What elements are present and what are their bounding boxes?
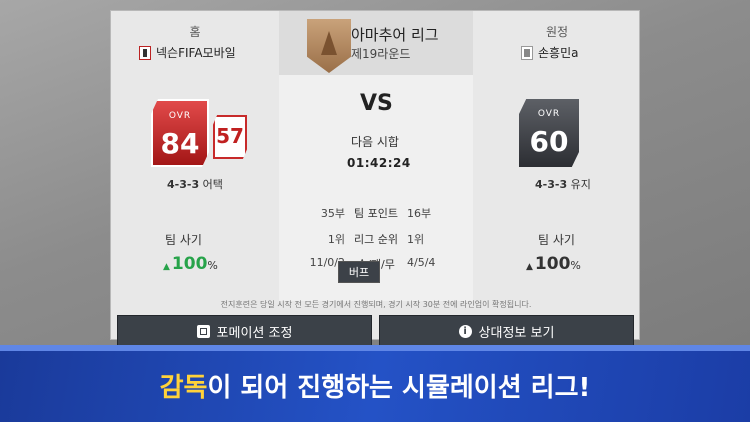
vs-label: VS — [360, 91, 393, 116]
match-panel: 홈 넥슨FIFA모바일 OVR 84 57 4-3-3 어택 팀 사기 ▲ 100… — [110, 10, 640, 347]
home-morale-label: 팀 사기 — [165, 233, 202, 247]
away-morale: ▲ 100% — [526, 254, 581, 274]
home-morale-unit: % — [207, 259, 218, 272]
away-ovr-card: OVR 60 — [519, 99, 579, 167]
next-match-label: 다음 시합 — [351, 135, 399, 149]
away-team-name[interactable]: 손흥민a — [521, 44, 578, 61]
home-ovr-value: 84 — [160, 127, 200, 160]
away-stat-value: 1위 — [407, 233, 425, 246]
promo-banner: 감독이 되어 진행하는 시뮬레이션 리그! — [0, 345, 750, 422]
lineup-notice: 전지훈련은 당일 시작 전 모든 경기에서 진행되며, 경기 시작 30분 전에… — [220, 300, 532, 309]
home-ovr-label: OVR — [168, 111, 192, 121]
home-ovr-card: OVR 84 — [151, 99, 209, 167]
home-secondary-value: 57 — [216, 124, 244, 148]
home-morale: ▲ 100% — [163, 254, 218, 274]
home-side-label: 홈 — [189, 25, 201, 39]
view-opponent-label: 상대정보 보기 — [478, 325, 555, 341]
home-team-name[interactable]: 넥슨FIFA모바일 — [139, 44, 236, 61]
league-round: 제19라운드 — [351, 47, 411, 61]
home-formation-style: 어택 — [202, 178, 223, 191]
home-formation-num: 4-3-3 — [167, 178, 200, 191]
away-morale-value: 100 — [534, 254, 571, 274]
away-stat-value: 16부 — [407, 207, 432, 220]
next-match-timer: 01:42:24 — [347, 156, 411, 170]
stat-label: 리그 순위 — [354, 233, 398, 246]
info-icon: i — [458, 324, 472, 338]
morale-up-icon: ▲ — [163, 262, 170, 272]
formation-adjust-button[interactable]: 포메이션 조정 — [117, 315, 372, 347]
banner-stripe — [0, 345, 750, 351]
formation-icon — [196, 324, 210, 338]
away-formation: 4-3-3 유지 — [535, 176, 591, 192]
banner-rest: 이 되어 진행하는 시뮬레이션 리그! — [207, 373, 591, 403]
home-morale-value: 100 — [171, 254, 208, 274]
formation-adjust-label: 포메이션 조정 — [216, 325, 293, 341]
away-ovr-value: 60 — [529, 125, 569, 158]
banner-text: 감독이 되어 진행하는 시뮬레이션 리그! — [0, 367, 750, 404]
buff-button[interactable]: 버프 — [338, 261, 380, 283]
away-stat-value: 4/5/4 — [407, 256, 436, 269]
away-ovr-label: OVR — [537, 109, 561, 119]
stat-label: 팀 포인트 — [354, 207, 398, 220]
league-title: 아마추어 리그 — [351, 26, 439, 44]
away-morale-unit: % — [570, 259, 581, 272]
away-team-name-text: 손흥민a — [538, 46, 579, 60]
home-formation: 4-3-3 어택 — [167, 176, 223, 192]
home-secondary-card: 57 — [213, 115, 247, 159]
home-team-name-text: 넥슨FIFA모바일 — [156, 46, 236, 60]
morale-up-icon: ▲ — [526, 262, 533, 272]
home-stat-value: 1위 — [327, 233, 345, 246]
real-madrid-crest-icon — [521, 45, 533, 60]
away-formation-num: 4-3-3 — [535, 178, 568, 191]
view-opponent-button[interactable]: i 상대정보 보기 — [379, 315, 634, 347]
away-formation-style: 유지 — [570, 178, 591, 191]
home-stat-value: 35부 — [320, 207, 345, 220]
tottenham-crest-icon — [139, 45, 151, 60]
banner-highlight: 감독 — [159, 373, 208, 403]
home-stat-value: 11/0/2 — [309, 256, 345, 269]
away-side-label: 원정 — [545, 25, 569, 39]
away-morale-label: 팀 사기 — [538, 233, 575, 247]
